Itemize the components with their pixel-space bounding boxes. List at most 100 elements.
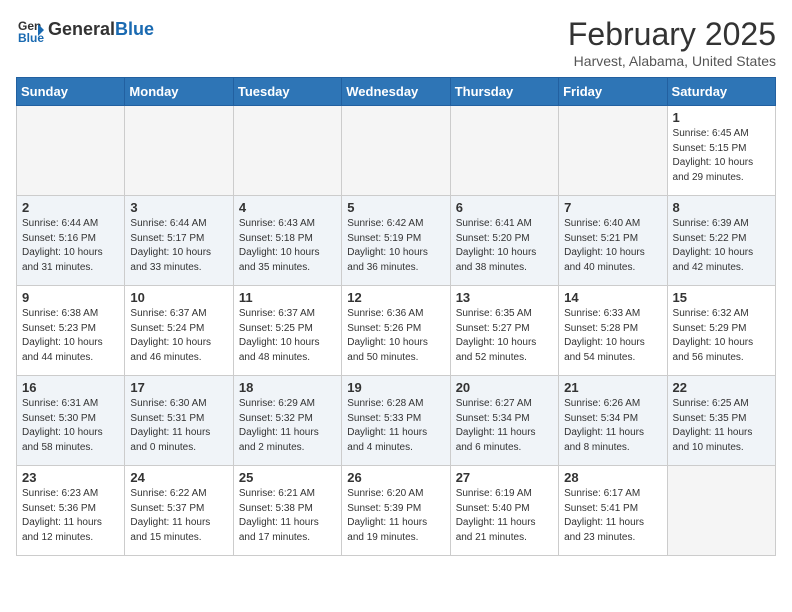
day-info: Sunrise: 6:33 AM Sunset: 5:28 PM Dayligh… xyxy=(564,307,661,365)
calendar-day-cell: 15 Sunrise: 6:32 AM Sunset: 5:29 PM Dayli… xyxy=(667,286,775,376)
calendar-day-cell xyxy=(450,106,558,196)
day-number: 11 xyxy=(239,290,336,305)
day-info: Sunrise: 6:35 AM Sunset: 5:27 PM Dayligh… xyxy=(456,307,553,365)
day-number: 14 xyxy=(564,290,661,305)
calendar-day-cell xyxy=(233,106,341,196)
day-info: Sunrise: 6:17 AM Sunset: 5:41 PM Dayligh… xyxy=(564,487,661,545)
day-info: Sunrise: 6:44 AM Sunset: 5:17 PM Dayligh… xyxy=(130,217,227,275)
day-number: 4 xyxy=(239,200,336,215)
calendar-day-cell: 21 Sunrise: 6:26 AM Sunset: 5:34 PM Dayli… xyxy=(559,376,667,466)
weekday-header-saturday: Saturday xyxy=(667,78,775,106)
day-info: Sunrise: 6:32 AM Sunset: 5:29 PM Dayligh… xyxy=(673,307,770,365)
day-number: 13 xyxy=(456,290,553,305)
calendar-day-cell: 12Sunrise: 6:36 AM Sunset: 5:26 PM Dayli… xyxy=(342,286,450,376)
day-number: 17 xyxy=(130,380,227,395)
calendar-day-cell: 24 Sunrise: 6:22 AM Sunset: 5:37 PM Dayli… xyxy=(125,466,233,556)
calendar-day-cell: 4 Sunrise: 6:43 AM Sunset: 5:18 PM Daylig… xyxy=(233,196,341,286)
calendar-day-cell: 9 Sunrise: 6:38 AM Sunset: 5:23 PM Daylig… xyxy=(17,286,125,376)
calendar-week-row: 9 Sunrise: 6:38 AM Sunset: 5:23 PM Daylig… xyxy=(17,286,776,376)
calendar-day-cell: 2 Sunrise: 6:44 AM Sunset: 5:16 PM Daylig… xyxy=(17,196,125,286)
day-info: Sunrise: 6:39 AM Sunset: 5:22 PM Dayligh… xyxy=(673,217,770,275)
calendar-table: SundayMondayTuesdayWednesdayThursdayFrid… xyxy=(16,77,776,556)
day-info: Sunrise: 6:45 AM Sunset: 5:15 PM Dayligh… xyxy=(673,127,770,185)
day-info: Sunrise: 6:42 AM Sunset: 5:19 PM Dayligh… xyxy=(347,217,444,275)
day-number: 2 xyxy=(22,200,119,215)
day-number: 10 xyxy=(130,290,227,305)
day-number: 22 xyxy=(673,380,770,395)
calendar-day-cell: 25Sunrise: 6:21 AM Sunset: 5:38 PM Dayli… xyxy=(233,466,341,556)
calendar-day-cell: 6 Sunrise: 6:41 AM Sunset: 5:20 PM Daylig… xyxy=(450,196,558,286)
day-info: Sunrise: 6:27 AM Sunset: 5:34 PM Dayligh… xyxy=(456,397,553,455)
location-subtitle: Harvest, Alabama, United States xyxy=(568,53,776,69)
calendar-day-cell: 26 Sunrise: 6:20 AM Sunset: 5:39 PM Dayli… xyxy=(342,466,450,556)
day-number: 3 xyxy=(130,200,227,215)
calendar-week-row: 23 Sunrise: 6:23 AM Sunset: 5:36 PM Dayli… xyxy=(17,466,776,556)
calendar-day-cell xyxy=(559,106,667,196)
day-info: Sunrise: 6:37 AM Sunset: 5:24 PM Dayligh… xyxy=(130,307,227,365)
calendar-day-cell: 1 Sunrise: 6:45 AM Sunset: 5:15 PM Daylig… xyxy=(667,106,775,196)
weekday-header-tuesday: Tuesday xyxy=(233,78,341,106)
day-number: 25 xyxy=(239,470,336,485)
day-number: 1 xyxy=(673,110,770,125)
weekday-header-friday: Friday xyxy=(559,78,667,106)
calendar-day-cell: 18 Sunrise: 6:29 AM Sunset: 5:32 PM Dayli… xyxy=(233,376,341,466)
day-info: Sunrise: 6:23 AM Sunset: 5:36 PM Dayligh… xyxy=(22,487,119,545)
calendar-day-cell: 7 Sunrise: 6:40 AM Sunset: 5:21 PM Daylig… xyxy=(559,196,667,286)
day-number: 6 xyxy=(456,200,553,215)
calendar-week-row: 2 Sunrise: 6:44 AM Sunset: 5:16 PM Daylig… xyxy=(17,196,776,286)
day-info: Sunrise: 6:41 AM Sunset: 5:20 PM Dayligh… xyxy=(456,217,553,275)
calendar-day-cell xyxy=(342,106,450,196)
day-number: 15 xyxy=(673,290,770,305)
calendar-day-cell: 17 Sunrise: 6:30 AM Sunset: 5:31 PM Dayli… xyxy=(125,376,233,466)
day-number: 9 xyxy=(22,290,119,305)
day-info: Sunrise: 6:31 AM Sunset: 5:30 PM Dayligh… xyxy=(22,397,119,455)
calendar-day-cell: 14 Sunrise: 6:33 AM Sunset: 5:28 PM Dayli… xyxy=(559,286,667,376)
day-number: 28 xyxy=(564,470,661,485)
day-number: 5 xyxy=(347,200,444,215)
calendar-day-cell: 22Sunrise: 6:25 AM Sunset: 5:35 PM Dayli… xyxy=(667,376,775,466)
calendar-day-cell xyxy=(667,466,775,556)
calendar-day-cell: 20 Sunrise: 6:27 AM Sunset: 5:34 PM Dayli… xyxy=(450,376,558,466)
day-info: Sunrise: 6:29 AM Sunset: 5:32 PM Dayligh… xyxy=(239,397,336,455)
day-info: Sunrise: 6:43 AM Sunset: 5:18 PM Dayligh… xyxy=(239,217,336,275)
page-header: Gen Blue GeneralBlue February 2025 Harve… xyxy=(16,16,776,69)
day-info: Sunrise: 6:38 AM Sunset: 5:23 PM Dayligh… xyxy=(22,307,119,365)
day-number: 26 xyxy=(347,470,444,485)
logo-icon: Gen Blue xyxy=(16,16,44,44)
day-number: 27 xyxy=(456,470,553,485)
day-info: Sunrise: 6:37 AM Sunset: 5:25 PM Dayligh… xyxy=(239,307,336,365)
calendar-day-cell: 16 Sunrise: 6:31 AM Sunset: 5:30 PM Dayli… xyxy=(17,376,125,466)
day-info: Sunrise: 6:28 AM Sunset: 5:33 PM Dayligh… xyxy=(347,397,444,455)
calendar-week-row: 1 Sunrise: 6:45 AM Sunset: 5:15 PM Daylig… xyxy=(17,106,776,196)
day-info: Sunrise: 6:22 AM Sunset: 5:37 PM Dayligh… xyxy=(130,487,227,545)
day-info: Sunrise: 6:36 AM Sunset: 5:26 PM Dayligh… xyxy=(347,307,444,365)
day-info: Sunrise: 6:30 AM Sunset: 5:31 PM Dayligh… xyxy=(130,397,227,455)
day-info: Sunrise: 6:20 AM Sunset: 5:39 PM Dayligh… xyxy=(347,487,444,545)
day-number: 21 xyxy=(564,380,661,395)
calendar-day-cell: 13 Sunrise: 6:35 AM Sunset: 5:27 PM Dayli… xyxy=(450,286,558,376)
day-number: 16 xyxy=(22,380,119,395)
day-info: Sunrise: 6:40 AM Sunset: 5:21 PM Dayligh… xyxy=(564,217,661,275)
day-number: 23 xyxy=(22,470,119,485)
day-number: 18 xyxy=(239,380,336,395)
day-number: 20 xyxy=(456,380,553,395)
day-info: Sunrise: 6:44 AM Sunset: 5:16 PM Dayligh… xyxy=(22,217,119,275)
calendar-day-cell: 8Sunrise: 6:39 AM Sunset: 5:22 PM Daylig… xyxy=(667,196,775,286)
day-number: 7 xyxy=(564,200,661,215)
logo-general-text: General xyxy=(48,19,115,39)
logo-blue-text: Blue xyxy=(115,19,154,39)
weekday-header-row: SundayMondayTuesdayWednesdayThursdayFrid… xyxy=(17,78,776,106)
calendar-day-cell: 10 Sunrise: 6:37 AM Sunset: 5:24 PM Dayli… xyxy=(125,286,233,376)
calendar-day-cell xyxy=(17,106,125,196)
day-number: 19 xyxy=(347,380,444,395)
month-year-title: February 2025 xyxy=(568,16,776,53)
calendar-day-cell: 28 Sunrise: 6:17 AM Sunset: 5:41 PM Dayli… xyxy=(559,466,667,556)
weekday-header-sunday: Sunday xyxy=(17,78,125,106)
day-number: 24 xyxy=(130,470,227,485)
calendar-day-cell: 27Sunrise: 6:19 AM Sunset: 5:40 PM Dayli… xyxy=(450,466,558,556)
calendar-day-cell: 11 Sunrise: 6:37 AM Sunset: 5:25 PM Dayli… xyxy=(233,286,341,376)
calendar-day-cell: 3 Sunrise: 6:44 AM Sunset: 5:17 PM Daylig… xyxy=(125,196,233,286)
title-block: February 2025 Harvest, Alabama, United S… xyxy=(568,16,776,69)
day-info: Sunrise: 6:26 AM Sunset: 5:34 PM Dayligh… xyxy=(564,397,661,455)
logo: Gen Blue GeneralBlue xyxy=(16,16,154,44)
